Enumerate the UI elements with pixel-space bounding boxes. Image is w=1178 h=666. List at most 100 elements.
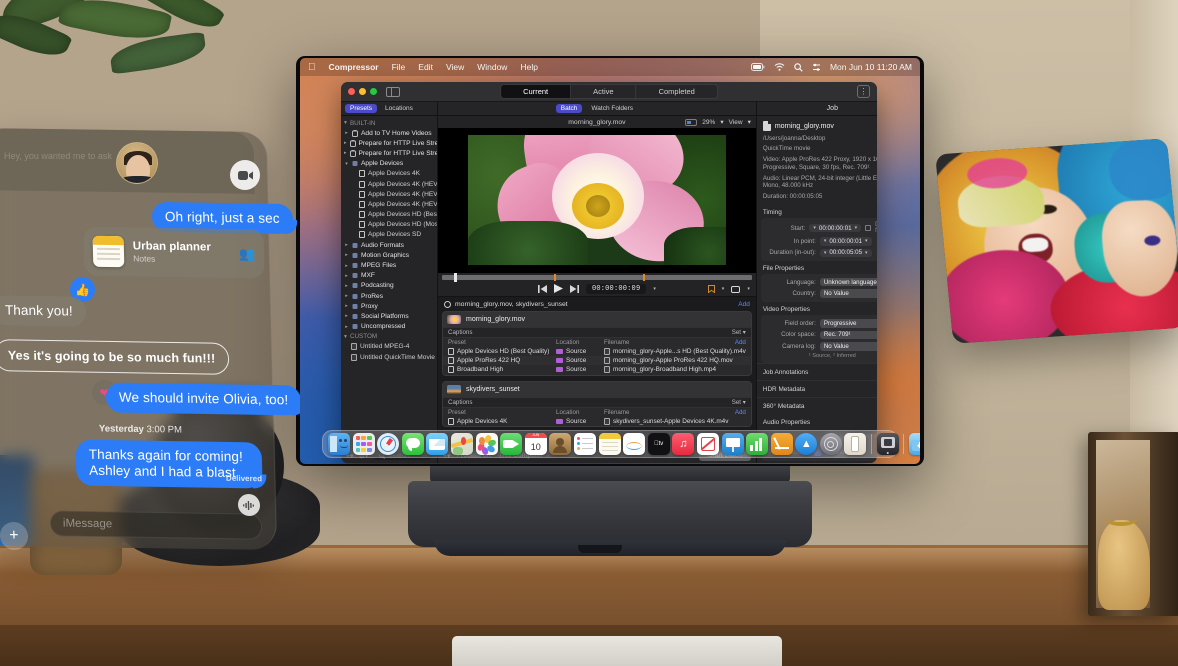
- add-output-link[interactable]: Add: [735, 409, 746, 416]
- presets-sidebar[interactable]: Presets Locations ▼ BUILT-IN ▸ Add to TV …: [341, 102, 438, 463]
- color-space-select[interactable]: Rec. 709¹↕: [819, 330, 877, 340]
- photos-floating-window[interactable]: [935, 138, 1178, 344]
- custom-preset-item[interactable]: Untitled QuickTime Movie: [341, 352, 437, 362]
- batch-panel[interactable]: Batch Watch Folders morning_glory.mov 29…: [438, 102, 756, 463]
- dock-item-contacts[interactable]: [549, 433, 572, 455]
- captions-set-menu[interactable]: Set ▾: [732, 399, 746, 406]
- chevron-down-icon[interactable]: ▾: [722, 286, 725, 292]
- maximize-button[interactable]: [370, 88, 377, 95]
- preset-group[interactable]: ▸ MPEG Files: [341, 260, 437, 270]
- section-360-metadata[interactable]: 360° Metadata: [756, 396, 877, 414]
- macos-menubar[interactable]:  Compressor File Edit View Window Help …: [300, 58, 920, 76]
- dock-item-mail[interactable]: [426, 433, 449, 455]
- custom-preset-item[interactable]: Untitled MPEG-4: [341, 342, 437, 352]
- transport-controls[interactable]: 00:00:00:09 ▾ ▾ ▾: [438, 280, 756, 298]
- scrubber-track[interactable]: [442, 272, 752, 282]
- dock-item-calendar[interactable]: JUN 10: [524, 433, 547, 455]
- timecode-display[interactable]: 00:00:00:09: [585, 283, 647, 294]
- chevron-down-icon[interactable]: ▾: [720, 118, 723, 126]
- dock-item-maps[interactable]: [450, 433, 473, 455]
- chevron-down-icon[interactable]: ▾: [653, 286, 656, 292]
- preset-group[interactable]: ▸ Motion Graphics: [341, 250, 437, 260]
- job-header[interactable]: morning_glory.mov: [443, 311, 751, 327]
- drop-frame-checkbox[interactable]: [865, 225, 872, 232]
- play-icon[interactable]: [553, 280, 563, 298]
- country-select[interactable]: No Value↕: [819, 289, 877, 298]
- tab-active[interactable]: Active: [571, 85, 637, 98]
- captions-row[interactable]: Captions Set ▾: [443, 326, 751, 337]
- table-row[interactable]: Apple Devices HD (Best Quality) Source m…: [443, 346, 751, 356]
- attach-plus-icon[interactable]: +: [0, 521, 29, 551]
- menubar-app-name[interactable]: Compressor: [329, 62, 379, 72]
- section-built-in[interactable]: ▼ BUILT-IN: [341, 118, 437, 128]
- preset-group[interactable]: ▸ Add to TV Home Videos: [341, 128, 437, 138]
- table-row[interactable]: Broadband High Source morning_glory-Broa…: [443, 365, 751, 375]
- job-card[interactable]: morning_glory.mov Captions Set ▾ Preset …: [442, 310, 752, 376]
- preset-item[interactable]: Apple Devices SD: [341, 230, 437, 240]
- control-center-icon[interactable]: [812, 63, 821, 72]
- batch-header[interactable]: morning_glory.mov, skydivers_sunset Add: [442, 300, 752, 311]
- caption-icon[interactable]: [731, 280, 741, 298]
- dock-item-apple-tv[interactable]: tv: [647, 433, 670, 455]
- message-compose-field[interactable]: iMessage: [49, 510, 263, 540]
- preset-item[interactable]: Apple Devices HD (Most...: [341, 220, 437, 230]
- preset-item[interactable]: Apple Devices 4K (HEVC...: [341, 189, 437, 199]
- preset-item[interactable]: Apple Devices 4K (HEVC...: [341, 179, 437, 189]
- wifi-icon[interactable]: [774, 63, 785, 71]
- timing-section[interactable]: Start: ▾00:00:00:01▾ Drop frame In point…: [760, 218, 877, 261]
- menu-help[interactable]: Help: [520, 62, 537, 72]
- skip-back-icon[interactable]: [537, 280, 547, 298]
- dock-item-notes[interactable]: [598, 433, 621, 455]
- tab-locations[interactable]: Locations: [380, 104, 418, 113]
- video-properties-section[interactable]: Field order: Progressive↕ Color space: R…: [760, 314, 877, 363]
- zoom-level[interactable]: 29%: [702, 119, 715, 126]
- in-point-stepper[interactable]: ▾ 00:00:00:01 ▾: [819, 237, 872, 246]
- preset-group[interactable]: ▸ Uncompressed: [341, 322, 437, 332]
- dock-item-screenshot[interactable]: [844, 433, 867, 455]
- preset-group[interactable]: ▸ Podcasting: [341, 281, 437, 291]
- dock-item-music[interactable]: ♫: [672, 433, 695, 455]
- table-row[interactable]: Apple Devices 4K Source skydivers_sunset…: [443, 416, 751, 426]
- dock-item-launchpad[interactable]: [352, 433, 375, 455]
- preset-group[interactable]: ▸ ProRes: [341, 291, 437, 301]
- skip-forward-icon[interactable]: [569, 280, 579, 298]
- chevron-down-icon[interactable]: ▾: [748, 118, 751, 126]
- captions-row[interactable]: Captions Set ▾: [443, 396, 751, 407]
- scrubber-marker[interactable]: [643, 273, 646, 281]
- dock-item-facetime[interactable]: [500, 433, 523, 455]
- audio-waveform-icon[interactable]: [237, 493, 261, 517]
- message-bubble-received[interactable]: Thank you!: [0, 295, 87, 327]
- window-titlebar[interactable]: Current Active Completed ⋮: [341, 82, 877, 102]
- captions-set-menu[interactable]: Set ▾: [732, 329, 746, 336]
- duration-stepper[interactable]: ▾ 00:00:05:05 ▾: [819, 248, 872, 257]
- preset-group[interactable]: ▸ Proxy: [341, 301, 437, 311]
- dock-item-photos[interactable]: [475, 433, 498, 455]
- menubar-clock[interactable]: Mon Jun 10 11:20 AM: [830, 62, 912, 72]
- file-properties-section[interactable]: Language: Unknown language↕ Country: No …: [760, 273, 877, 302]
- marker-icon[interactable]: [707, 280, 715, 298]
- presets-sidebar-tabs[interactable]: Presets Locations: [341, 102, 437, 116]
- language-select[interactable]: Unknown language↕: [819, 277, 877, 287]
- dock-item-numbers[interactable]: [746, 433, 769, 455]
- table-row[interactable]: Apple ProRes 422 HQ Source morning_glory…: [443, 355, 751, 366]
- add-output-link[interactable]: Add: [735, 339, 746, 346]
- sidebar-toggle-icon[interactable]: [386, 86, 400, 97]
- preset-item[interactable]: Apple Devices HD (Best...: [341, 210, 437, 220]
- presets-tree[interactable]: ▼ BUILT-IN ▸ Add to TV Home Videos ▸ Prepa…: [341, 116, 437, 447]
- job-card[interactable]: skydivers_sunset Captions Set ▾ Preset L…: [442, 380, 752, 427]
- share-icon[interactable]: ⋮: [857, 85, 870, 98]
- batch-panel-tabs[interactable]: Batch Watch Folders: [438, 102, 756, 116]
- menu-file[interactable]: File: [392, 62, 406, 72]
- macos-dock[interactable]: JUN 10 tv ♫: [322, 430, 920, 458]
- job-header[interactable]: skydivers_sunset: [443, 381, 751, 397]
- camera-log-select[interactable]: No Value↕: [819, 342, 877, 351]
- dock-item-keynote[interactable]: [721, 433, 744, 455]
- section-hdr-metadata[interactable]: HDR Metadata: [756, 379, 877, 397]
- preset-item[interactable]: Apple Devices 4K (HEVC...: [341, 199, 437, 209]
- window-controls[interactable]: [348, 88, 377, 95]
- tab-batch[interactable]: Batch: [555, 104, 583, 113]
- preset-group[interactable]: ▸Prepare for HTTP Live Strea...: [341, 138, 437, 148]
- preset-group[interactable]: ▸Prepare for HTTP Live Strea...: [341, 148, 437, 158]
- preset-group[interactable]: ▸ Social Platforms: [341, 311, 437, 321]
- dock-item-app-store[interactable]: ▲: [795, 433, 818, 455]
